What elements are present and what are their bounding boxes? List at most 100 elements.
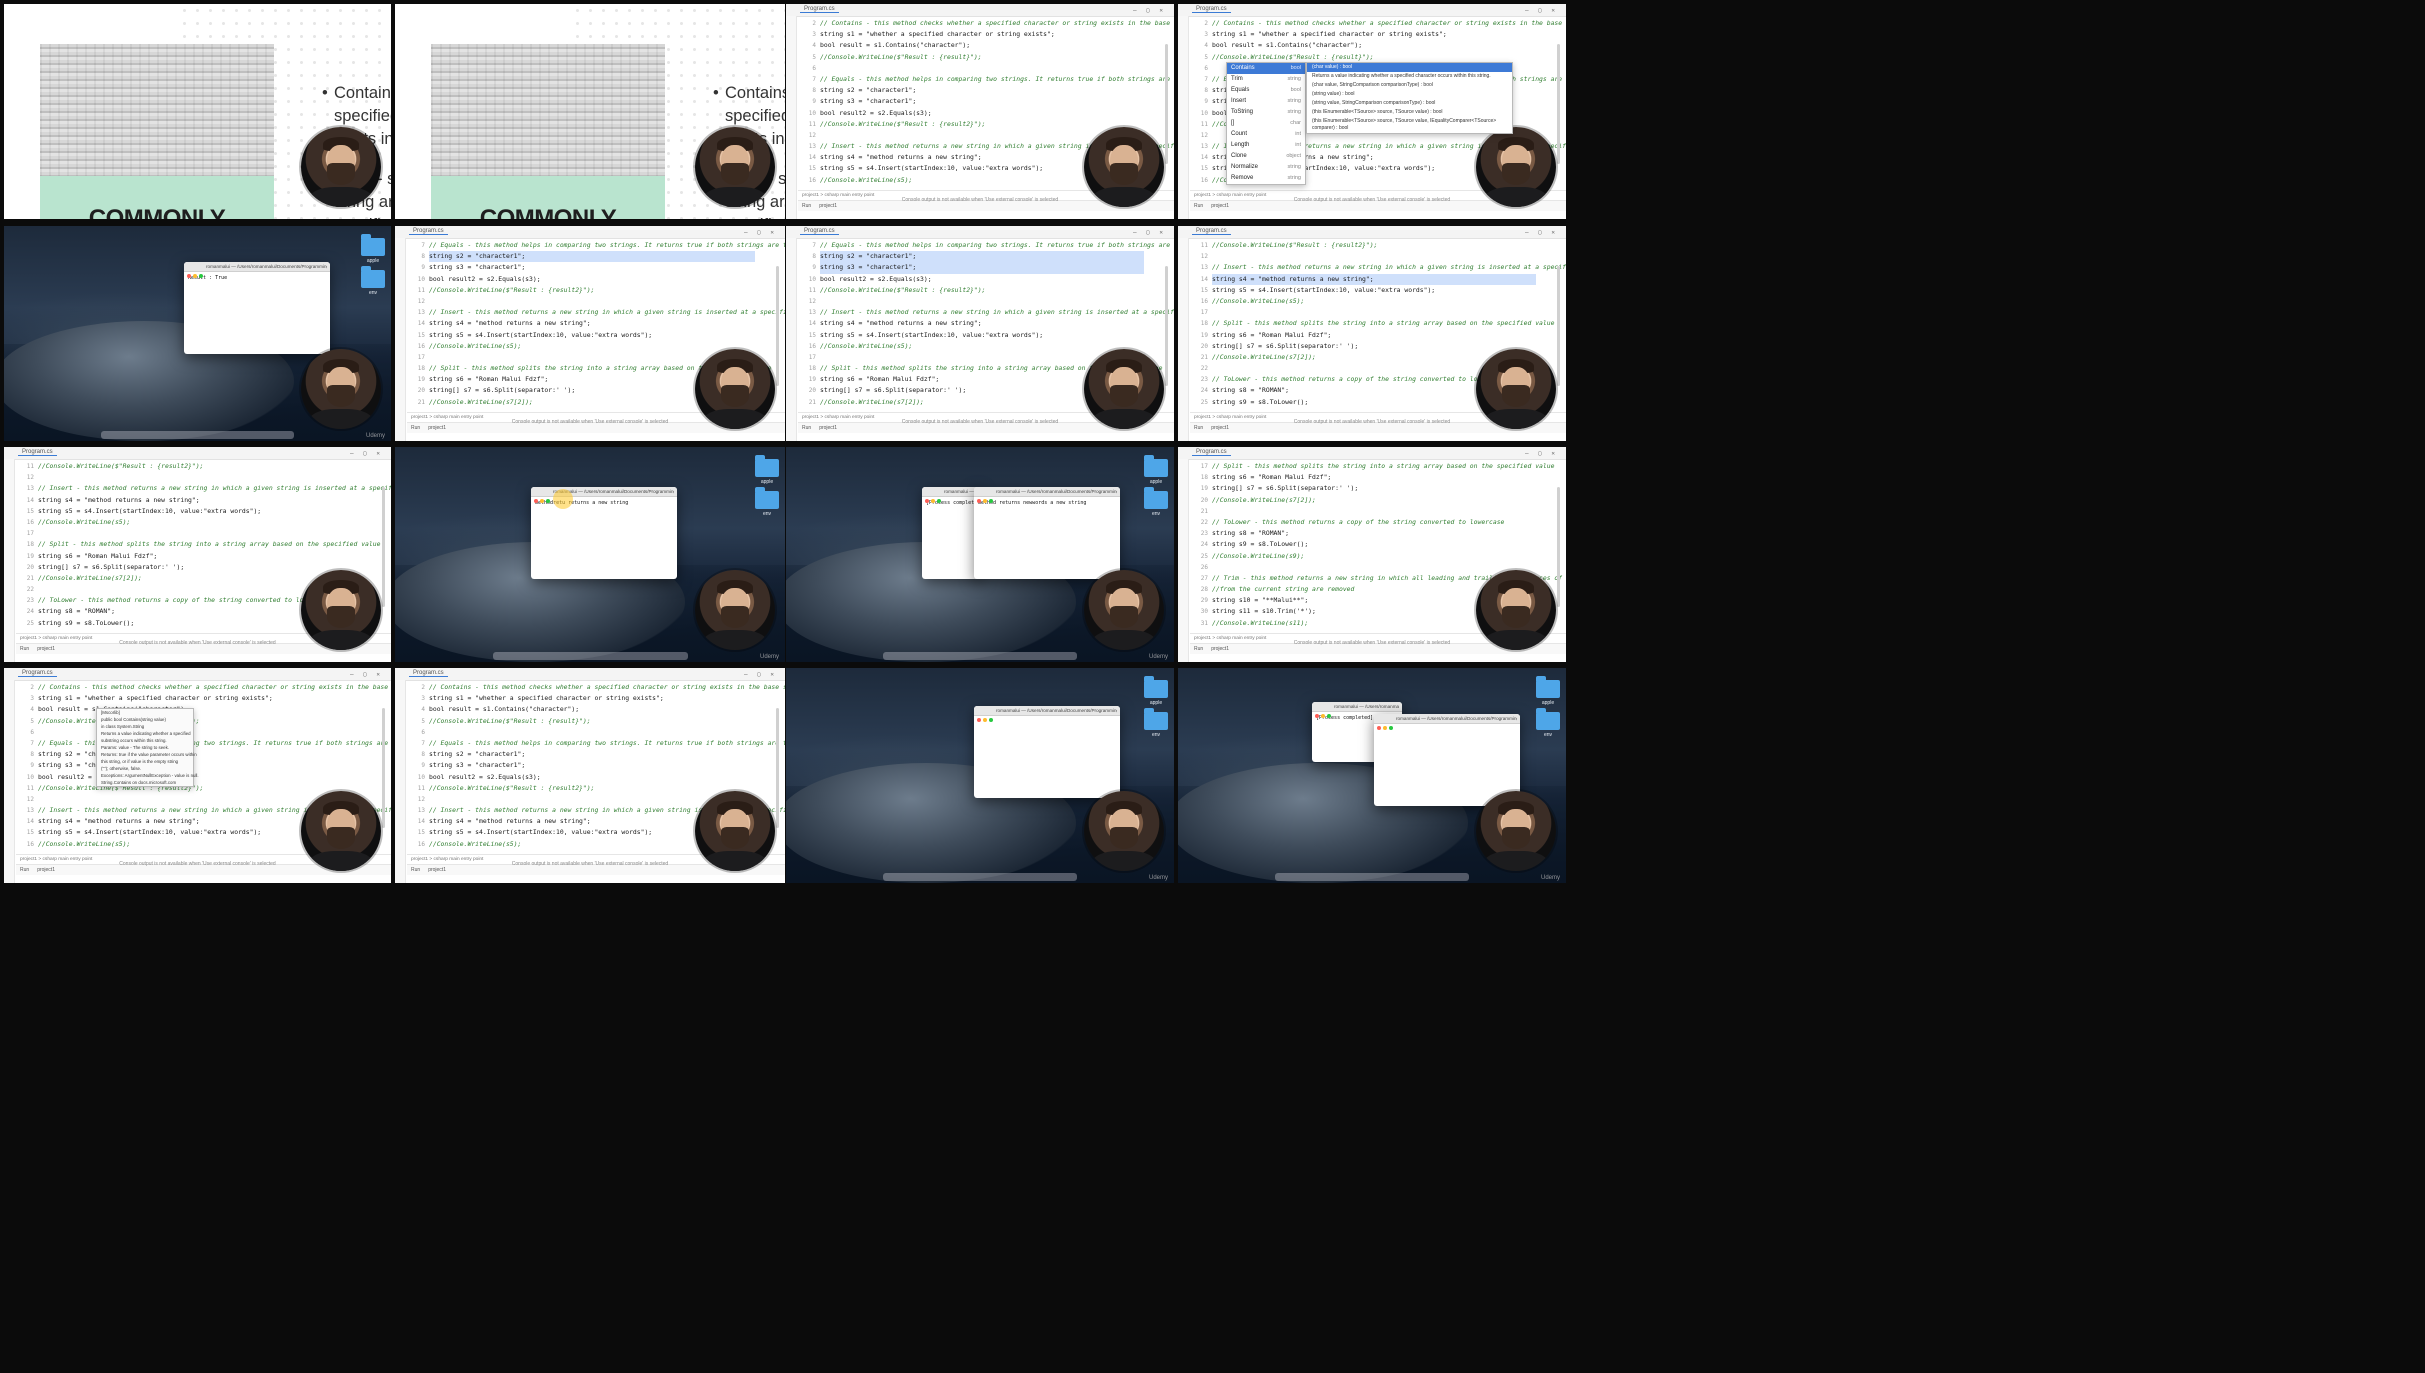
editor-scrollbar[interactable] — [1557, 44, 1560, 164]
tool-sidebar[interactable] — [786, 16, 797, 219]
terminal-window[interactable]: romanmalui — /Users/romanmalui/Documents… — [922, 487, 982, 579]
autocomplete-popup[interactable]: Contains bool Trim string Equals bool Insert st… — [1226, 62, 1306, 185]
terminal-titlebar[interactable]: romanmalui — /Users/romanmalui/Documents… — [1312, 702, 1402, 718]
folder-icon[interactable] — [755, 487, 779, 509]
editor-scrollbar[interactable] — [1165, 266, 1168, 386]
tool-sidebar[interactable] — [4, 680, 15, 883]
window-controls[interactable]: — ▢ ✕ — [744, 671, 777, 678]
thumbnail-tile[interactable]: apple env romanmalui — /Users/romanmalui/D… — [4, 226, 391, 441]
thumbnail-tile[interactable]: Program.cs — ▢ ✕ 2 3 4 5 6 7 8 9 10 11 12 13 14 15 16 // … — [786, 4, 1174, 219]
close-dot-icon[interactable] — [977, 498, 981, 503]
file-tab[interactable]: Program.cs — [800, 6, 839, 13]
minimize-dot-icon[interactable] — [193, 273, 197, 278]
close-dot-icon[interactable] — [187, 273, 191, 278]
traffic-lights[interactable] — [925, 490, 943, 508]
autocomplete-item[interactable]: Contains bool — [1227, 63, 1305, 74]
terminal-titlebar[interactable]: romanmalui — /Users/romanmalui/Documents… — [1374, 714, 1520, 730]
minimize-dot-icon[interactable] — [1321, 713, 1325, 718]
editor-scrollbar[interactable] — [1557, 266, 1560, 386]
dock-bar[interactable] — [1275, 873, 1469, 881]
folder-icon[interactable] — [1144, 708, 1168, 730]
terminal-window[interactable]: romanmalui — /Users/romanmalui/Documents… — [974, 487, 1120, 579]
folder-icon[interactable] — [755, 455, 779, 477]
minimize-dot-icon[interactable] — [983, 498, 987, 503]
autocomplete-item[interactable]: Insert string — [1227, 96, 1305, 107]
folder-icon[interactable] — [1144, 676, 1168, 698]
thumbnail-tile[interactable]: Program.cs — ▢ ✕ 11 12 13 14 15 16 17 18 19 20 21 22 2… — [1178, 226, 1566, 441]
editor-scrollbar[interactable] — [1165, 44, 1168, 164]
thumbnail-tile[interactable]: apple env romanmalui — /Users/romanmalui/D… — [786, 668, 1174, 883]
terminal-window[interactable]: romanmalui — /Users/romanmalui/Documents… — [1374, 714, 1520, 806]
file-tab[interactable]: Program.cs — [409, 228, 448, 235]
close-dot-icon[interactable] — [977, 717, 981, 722]
file-tab[interactable]: Program.cs — [1192, 449, 1231, 456]
traffic-lights[interactable] — [534, 490, 552, 508]
minimize-dot-icon[interactable] — [931, 498, 935, 503]
zoom-dot-icon[interactable] — [1327, 713, 1331, 718]
zoom-dot-icon[interactable] — [989, 498, 993, 503]
autocomplete-item[interactable]: Remove string — [1227, 173, 1305, 184]
file-tab[interactable]: Program.cs — [18, 449, 57, 456]
window-controls[interactable]: — ▢ ✕ — [744, 229, 777, 236]
autocomplete-item[interactable]: Length int — [1227, 140, 1305, 151]
editor-scrollbar[interactable] — [776, 708, 779, 828]
traffic-lights[interactable] — [1315, 705, 1333, 723]
window-controls[interactable]: — ▢ ✕ — [350, 450, 383, 457]
terminal-titlebar[interactable]: romanmalui — /Users/romanmalui/Documents… — [184, 262, 330, 278]
close-dot-icon[interactable] — [925, 498, 929, 503]
folder-icon[interactable] — [361, 234, 385, 256]
traffic-lights[interactable] — [977, 709, 995, 727]
tool-sidebar[interactable] — [395, 680, 406, 883]
window-controls[interactable]: — ▢ ✕ — [1525, 7, 1558, 14]
minimize-dot-icon[interactable] — [540, 498, 544, 503]
autocomplete-item[interactable]: Trim string — [1227, 74, 1305, 85]
file-tab[interactable]: Program.cs — [1192, 228, 1231, 235]
thumbnail-tile[interactable]: COMMONLY USED STRING METHODSContains() -… — [4, 4, 391, 219]
folder-icon[interactable] — [1536, 708, 1560, 730]
editor-scrollbar[interactable] — [382, 708, 385, 828]
zoom-dot-icon[interactable] — [546, 498, 550, 503]
thumbnail-tile[interactable]: COMMONLY USED STRING METHODSContains() -… — [395, 4, 785, 219]
file-tab[interactable]: Program.cs — [800, 228, 839, 235]
thumbnail-tile[interactable]: Program.cs — ▢ ✕ 2 3 4 5 6 7 8 9 10 11 12 13 14 15 16 // … — [395, 668, 785, 883]
minimize-dot-icon[interactable] — [1383, 725, 1387, 730]
terminal-window[interactable]: romanmalui — /Users/romanmalui/Documents… — [974, 706, 1120, 798]
close-dot-icon[interactable] — [1377, 725, 1381, 730]
dock-bar[interactable] — [883, 652, 1077, 660]
window-controls[interactable]: — ▢ ✕ — [1133, 229, 1166, 236]
autocomplete-item[interactable]: Normalize string — [1227, 162, 1305, 173]
zoom-dot-icon[interactable] — [1389, 725, 1393, 730]
tool-sidebar[interactable] — [1178, 16, 1189, 219]
zoom-dot-icon[interactable] — [989, 717, 993, 722]
terminal-titlebar[interactable]: romanmalui — /Users/romanmalui/Documents… — [922, 487, 982, 503]
run-tab[interactable]: Run — [411, 867, 420, 873]
dock-bar[interactable] — [492, 652, 688, 660]
run-tab[interactable]: Run — [411, 425, 420, 431]
dock-bar[interactable] — [883, 873, 1077, 881]
thumbnail-tile[interactable]: Program.cs — ▢ ✕ 2 3 4 5 6 7 8 9 10 11 12 13 14 15 16 // … — [1178, 4, 1566, 219]
folder-icon[interactable] — [361, 266, 385, 288]
thumbnail-tile[interactable]: Program.cs — ▢ ✕ 11 12 13 14 15 16 17 18 19 20 21 22 2… — [4, 447, 391, 662]
window-controls[interactable]: — ▢ ✕ — [350, 671, 383, 678]
window-controls[interactable]: — ▢ ✕ — [1525, 229, 1558, 236]
run-tab[interactable]: Run — [20, 646, 29, 652]
thumbnail-tile[interactable]: apple env romanmalui — /Users/romanmalui/D… — [786, 447, 1174, 662]
folder-icon[interactable] — [1144, 487, 1168, 509]
tool-sidebar[interactable] — [1178, 238, 1189, 441]
terminal-titlebar[interactable]: romanmalui — /Users/romanmalui/Documents… — [974, 487, 1120, 503]
tool-sidebar[interactable] — [4, 459, 15, 662]
run-tab[interactable]: Run — [802, 425, 811, 431]
autocomplete-item[interactable]: Count int — [1227, 129, 1305, 140]
tool-sidebar[interactable] — [395, 238, 406, 441]
editor-scrollbar[interactable] — [776, 266, 779, 386]
autocomplete-item[interactable]: Clone object — [1227, 151, 1305, 162]
run-tab[interactable]: Run — [1194, 425, 1203, 431]
autocomplete-item[interactable]: Equals bool — [1227, 85, 1305, 96]
dock-bar[interactable] — [100, 431, 295, 439]
file-tab[interactable]: Program.cs — [409, 670, 448, 677]
terminal-window[interactable]: romanmalui — /Users/romanmalui/Documents… — [184, 262, 330, 354]
thumbnail-tile[interactable]: Program.cs — ▢ ✕ 7 8 9 10 11 12 13 14 15 16 17 18 19 20… — [786, 226, 1174, 441]
minimize-dot-icon[interactable] — [983, 717, 987, 722]
file-tab[interactable]: Program.cs — [1192, 6, 1231, 13]
window-controls[interactable]: — ▢ ✕ — [1133, 7, 1166, 14]
